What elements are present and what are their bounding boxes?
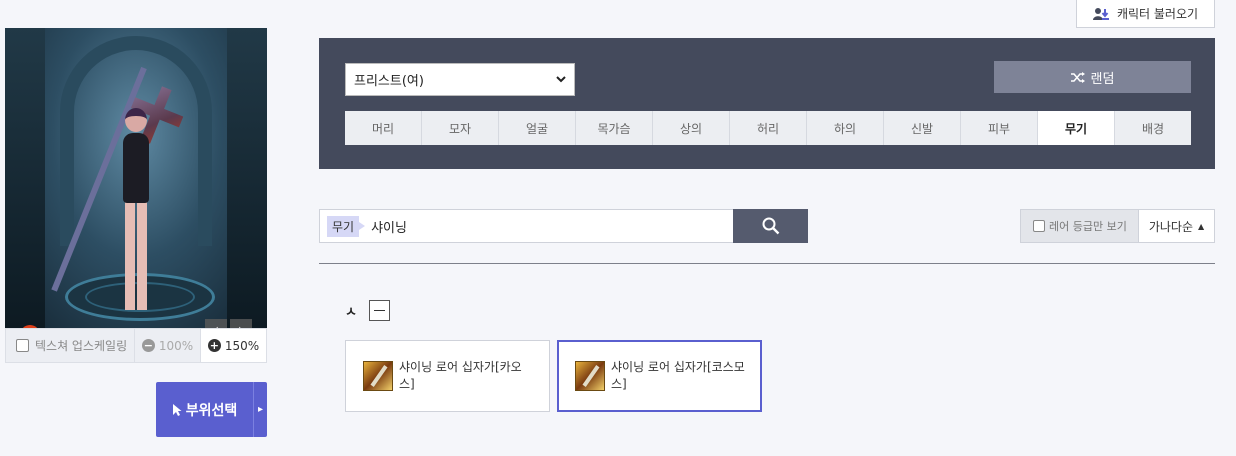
item-name: 샤이닝 로어 십자가[카오스] xyxy=(399,360,522,391)
tab-face[interactable]: 얼굴 xyxy=(499,111,576,145)
part-select-label: 부위선택 xyxy=(185,402,238,419)
load-character-button[interactable]: 캐릭터 불러오기 xyxy=(1076,0,1215,28)
tab-shoes[interactable]: 신발 xyxy=(884,111,961,145)
job-select-value: 프리스트(여) xyxy=(354,74,424,89)
tab-weapon[interactable]: 무기 xyxy=(1038,111,1115,145)
character-head xyxy=(125,108,147,132)
view-options-bar: 텍스쳐 업스케일링 − 100% + 150% xyxy=(5,328,267,363)
collapse-group-button[interactable] xyxy=(368,300,390,321)
search-query[interactable]: 샤이닝 xyxy=(371,217,407,236)
checkbox-icon[interactable] xyxy=(16,339,29,352)
search-button[interactable] xyxy=(733,209,808,243)
search-icon xyxy=(762,217,779,235)
plus-circle-icon: + xyxy=(207,339,221,352)
character-preview: ! ‹ › xyxy=(5,28,267,328)
character-body xyxy=(123,133,149,203)
avatar-control-panel: 프리스트(여) 랜덤 머리 모자 얼굴 목가슴 상의 허리 하의 신발 피부 무… xyxy=(319,38,1215,169)
sort-label: 가나다순 xyxy=(1148,219,1193,234)
user-download-icon xyxy=(1092,7,1109,20)
weapon-item-icon xyxy=(575,361,605,391)
tab-waist[interactable]: 허리 xyxy=(730,111,807,145)
minus-icon xyxy=(373,310,385,311)
part-select-button[interactable]: 부위선택 ▸ xyxy=(156,382,267,437)
texture-upscale-toggle[interactable]: 텍스쳐 업스케일링 xyxy=(6,337,134,354)
divider xyxy=(319,263,1215,264)
load-character-label: 캐릭터 불러오기 xyxy=(1116,7,1199,21)
texture-upscale-label: 텍스쳐 업스케일링 xyxy=(35,339,128,353)
search-input[interactable]: 무기 샤이닝 xyxy=(319,209,734,243)
prev-background-button[interactable]: ‹ xyxy=(205,319,227,328)
weapon-item-icon xyxy=(363,361,393,391)
item-name: 샤이닝 로어 십자가[코스모스] xyxy=(611,360,745,391)
zoom-100-label: 100% xyxy=(158,338,194,353)
minus-circle-icon: − xyxy=(141,339,155,352)
part-tabs: 머리 모자 얼굴 목가슴 상의 허리 하의 신발 피부 무기 배경 xyxy=(345,111,1191,145)
background-pillar xyxy=(5,28,45,328)
next-background-button[interactable]: › xyxy=(230,319,252,328)
job-select[interactable]: 프리스트(여) xyxy=(345,63,575,96)
zoom-150-label: 150% xyxy=(224,338,260,353)
item-card[interactable]: 샤이닝 로어 십자가[카오스] xyxy=(345,340,550,412)
zoom-150-button[interactable]: + 150% xyxy=(200,329,266,362)
rare-only-filter[interactable]: 레어 등급만 보기 xyxy=(1020,209,1139,243)
checkbox-icon[interactable] xyxy=(1033,220,1045,232)
sort-dropdown[interactable]: 가나다순 ▲ xyxy=(1138,209,1215,243)
chevron-down-icon xyxy=(556,76,566,83)
caret-up-icon: ▲ xyxy=(1198,221,1205,231)
rare-only-label: 레어 등급만 보기 xyxy=(1049,220,1127,233)
result-group-header: ㅅ xyxy=(345,300,390,321)
search-category-tag: 무기 xyxy=(327,215,366,237)
tab-hat[interactable]: 모자 xyxy=(422,111,499,145)
tab-skin[interactable]: 피부 xyxy=(961,111,1038,145)
item-card-selected[interactable]: 샤이닝 로어 십자가[코스모스] xyxy=(557,340,762,412)
tab-bottom[interactable]: 하의 xyxy=(807,111,884,145)
group-initial-label: ㅅ xyxy=(345,305,357,320)
tab-background[interactable]: 배경 xyxy=(1115,111,1191,145)
character-legs xyxy=(125,200,147,310)
random-button[interactable]: 랜덤 xyxy=(994,61,1191,93)
tab-top[interactable]: 상의 xyxy=(653,111,730,145)
background-pillar xyxy=(227,28,267,328)
zoom-100-button[interactable]: − 100% xyxy=(134,329,200,362)
tab-hair[interactable]: 머리 xyxy=(345,111,422,145)
expand-arrow-icon[interactable]: ▸ xyxy=(253,382,267,437)
shuffle-icon xyxy=(1070,71,1085,83)
tab-neck[interactable]: 목가슴 xyxy=(576,111,653,145)
cursor-icon xyxy=(172,403,182,416)
random-label: 랜덤 xyxy=(1090,71,1115,87)
